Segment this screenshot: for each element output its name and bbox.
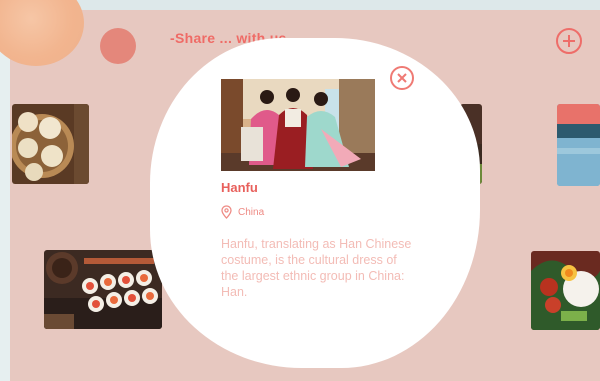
modal-image [221, 79, 375, 171]
gallery-photo-rice-dish[interactable] [531, 251, 600, 330]
window-top-edge [0, 0, 600, 10]
modal-description: Hanfu, translating as Han Chinese costum… [221, 237, 412, 299]
add-post-button[interactable] [556, 28, 582, 54]
decorative-orb-small [100, 28, 136, 64]
food-photo-icon [12, 104, 89, 184]
modal-title: Hanfu [221, 180, 258, 195]
location-row: China [221, 205, 264, 219]
location-label: China [238, 206, 265, 218]
food-photo-icon [531, 251, 600, 330]
map-pin-icon [221, 205, 232, 219]
gallery-photo-sushi[interactable] [44, 250, 162, 329]
food-photo-icon [44, 250, 162, 329]
gallery-photo-dumplings[interactable] [12, 104, 89, 184]
close-circle-icon [397, 73, 407, 83]
gallery-photo-landscape[interactable] [557, 104, 600, 186]
hanfu-photo-icon [221, 79, 375, 171]
scenery-photo-icon [557, 104, 600, 186]
close-button[interactable] [390, 66, 414, 90]
plus-circle-icon [563, 35, 575, 47]
